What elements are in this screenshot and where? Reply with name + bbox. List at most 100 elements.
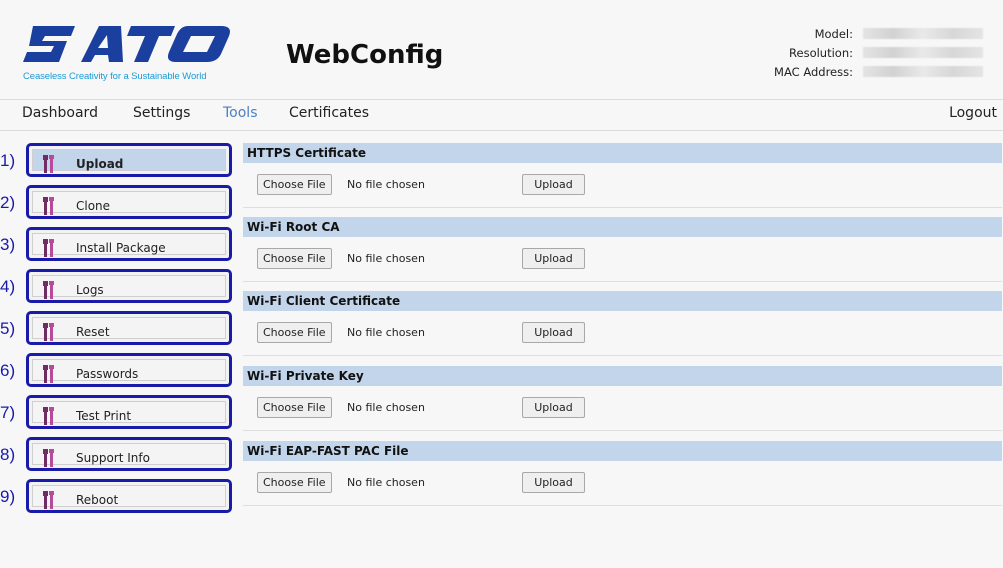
- nav-dashboard[interactable]: Dashboard: [22, 105, 98, 121]
- resolution-value-redacted: [863, 47, 983, 58]
- choose-file-button[interactable]: Choose File: [257, 248, 332, 269]
- file-status: No file chosen: [347, 476, 425, 489]
- tools-icon: [43, 449, 54, 467]
- section-title: Wi-Fi EAP-FAST PAC File: [243, 441, 1002, 461]
- section-title: HTTPS Certificate: [243, 143, 1002, 163]
- section-wifi-private-key: Wi-Fi Private Key Choose File No file ch…: [243, 366, 1002, 431]
- sidebar-row-reboot: 9) Reboot: [0, 479, 240, 521]
- upload-button[interactable]: Upload: [522, 248, 585, 269]
- sidebar-item-inner: Support Info: [32, 443, 226, 467]
- annotation-number: 8): [0, 445, 16, 464]
- device-info: Model: Resolution: MAC Address:: [774, 24, 983, 81]
- sidebar-item-inner: Test Print: [32, 401, 226, 425]
- sidebar-item-label: Logs: [76, 283, 104, 297]
- sidebar-item-inner: Passwords: [32, 359, 226, 383]
- annotation-number: 7): [0, 403, 16, 422]
- sidebar-row-support-info: 8) Support Info: [0, 437, 240, 479]
- sidebar-item-label: Test Print: [76, 409, 132, 423]
- upload-button[interactable]: Upload: [522, 472, 585, 493]
- model-value-redacted: [863, 28, 983, 39]
- annotation-number: 3): [0, 235, 16, 254]
- sidebar-item-logs[interactable]: Logs: [26, 269, 232, 303]
- mac-label: MAC Address:: [774, 64, 853, 79]
- sidebar-row-reset: 5) Reset: [0, 311, 240, 353]
- tools-icon: [43, 155, 54, 173]
- annotation-number: 2): [0, 193, 16, 212]
- mac-row: MAC Address:: [774, 62, 983, 81]
- sidebar-item-support-info[interactable]: Support Info: [26, 437, 232, 471]
- sato-logo: Ceaseless Creativity for a Sustainable W…: [23, 22, 263, 86]
- choose-file-button[interactable]: Choose File: [257, 174, 332, 195]
- annotation-number: 6): [0, 361, 16, 380]
- nav-certificates[interactable]: Certificates: [289, 105, 369, 121]
- choose-file-button[interactable]: Choose File: [257, 472, 332, 493]
- sidebar-item-label: Reboot: [76, 493, 119, 507]
- tools-icon: [43, 491, 54, 509]
- sidebar-item-upload[interactable]: Upload: [26, 143, 232, 177]
- tools-icon: [43, 323, 54, 341]
- tools-icon: [43, 365, 54, 383]
- sidebar-item-reset[interactable]: Reset: [26, 311, 232, 345]
- file-status: No file chosen: [347, 326, 425, 339]
- sidebar-row-clone: 2) Clone: [0, 185, 240, 227]
- section-body: Choose File No file chosen Upload: [243, 311, 1002, 356]
- model-label: Model:: [814, 26, 853, 41]
- annotation-number: 4): [0, 277, 16, 296]
- choose-file-button[interactable]: Choose File: [257, 322, 332, 343]
- tools-icon: [43, 281, 54, 299]
- sidebar-item-label: Passwords: [76, 367, 139, 381]
- brand-tagline: Ceaseless Creativity for a Sustainable W…: [23, 71, 207, 82]
- sidebar-row-install-package: 3) Install Package: [0, 227, 240, 269]
- sidebar-item-inner: Install Package: [32, 233, 226, 257]
- section-title: Wi-Fi Client Certificate: [243, 291, 1002, 311]
- sidebar-item-inner: Upload: [32, 149, 226, 173]
- section-title: Wi-Fi Private Key: [243, 366, 1002, 386]
- sidebar-row-logs: 4) Logs: [0, 269, 240, 311]
- mac-value-redacted: [863, 66, 983, 77]
- model-row: Model:: [774, 24, 983, 43]
- choose-file-button[interactable]: Choose File: [257, 397, 332, 418]
- header: Ceaseless Creativity for a Sustainable W…: [0, 0, 1003, 96]
- sidebar-item-label: Install Package: [76, 241, 166, 255]
- sidebar-item-inner: Reboot: [32, 485, 226, 509]
- sidebar-item-inner: Reset: [32, 317, 226, 341]
- sidebar-item-clone[interactable]: Clone: [26, 185, 232, 219]
- file-status: No file chosen: [347, 252, 425, 265]
- resolution-label: Resolution:: [789, 45, 853, 60]
- sidebar-item-label: Upload: [76, 157, 124, 171]
- sato-logo-mark: [23, 26, 230, 62]
- sidebar-item-label: Support Info: [76, 451, 150, 465]
- section-title: Wi-Fi Root CA: [243, 217, 1002, 237]
- sidebar-item-passwords[interactable]: Passwords: [26, 353, 232, 387]
- section-wifi-client-certificate: Wi-Fi Client Certificate Choose File No …: [243, 291, 1002, 356]
- section-body: Choose File No file chosen Upload: [243, 237, 1002, 282]
- nav-settings[interactable]: Settings: [133, 105, 190, 121]
- nav-logout[interactable]: Logout: [949, 105, 997, 121]
- sidebar-row-upload: 1) Upload: [0, 143, 240, 185]
- nav-tools[interactable]: Tools: [223, 105, 258, 121]
- section-wifi-root-ca: Wi-Fi Root CA Choose File No file chosen…: [243, 217, 1002, 282]
- annotation-number: 5): [0, 319, 16, 338]
- annotation-number: 9): [0, 487, 16, 506]
- sidebar-item-inner: Clone: [32, 191, 226, 215]
- section-https-certificate: HTTPS Certificate Choose File No file ch…: [243, 143, 1002, 208]
- tools-icon: [43, 239, 54, 257]
- main-nav: Dashboard Settings Tools Certificates Lo…: [0, 99, 1003, 131]
- annotation-number: 1): [0, 151, 16, 170]
- sidebar-row-test-print: 7) Test Print: [0, 395, 240, 437]
- tools-icon: [43, 197, 54, 215]
- sidebar-item-test-print[interactable]: Test Print: [26, 395, 232, 429]
- sidebar-item-reboot[interactable]: Reboot: [26, 479, 232, 513]
- file-status: No file chosen: [347, 178, 425, 191]
- section-body: Choose File No file chosen Upload: [243, 386, 1002, 431]
- section-body: Choose File No file chosen Upload: [243, 163, 1002, 208]
- upload-button[interactable]: Upload: [522, 174, 585, 195]
- upload-button[interactable]: Upload: [522, 397, 585, 418]
- file-status: No file chosen: [347, 401, 425, 414]
- sidebar-row-passwords: 6) Passwords: [0, 353, 240, 395]
- app-title: WebConfig: [286, 40, 444, 70]
- upload-button[interactable]: Upload: [522, 322, 585, 343]
- tools-icon: [43, 407, 54, 425]
- resolution-row: Resolution:: [774, 43, 983, 62]
- sidebar-item-install-package[interactable]: Install Package: [26, 227, 232, 261]
